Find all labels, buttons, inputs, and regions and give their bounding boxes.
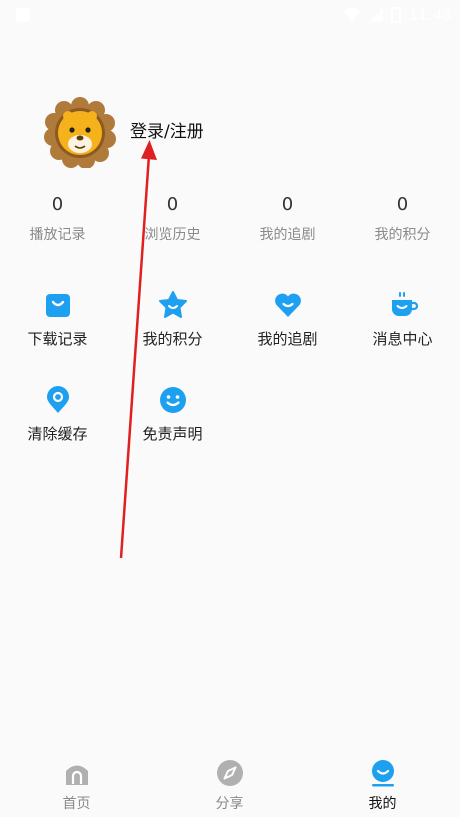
signal-icon xyxy=(368,8,383,22)
menu-label: 清除缓存 xyxy=(27,425,88,443)
menu-label: 免责声明 xyxy=(142,425,203,443)
tab-label: 首页 xyxy=(62,796,91,812)
menu-label: 下载记录 xyxy=(27,330,88,348)
stats-row: 0 播放记录 0 浏览历史 0 我的追剧 0 我的积分 xyxy=(0,192,460,244)
menu-item-disclaimer[interactable]: 免责声明 xyxy=(115,385,230,480)
login-register-link[interactable]: 登录/注册 xyxy=(130,117,204,142)
status-time: 11:45 xyxy=(408,6,452,24)
menu-item-points[interactable]: 我的积分 xyxy=(115,290,230,385)
star-icon xyxy=(158,291,187,318)
tab-label: 分享 xyxy=(215,796,244,812)
menu-label: 我的积分 xyxy=(142,330,203,348)
stat-label: 我的追剧 xyxy=(259,227,316,243)
lion-avatar-icon[interactable] xyxy=(44,96,116,168)
menu-label: 消息中心 xyxy=(372,330,433,348)
stat-label: 播放记录 xyxy=(29,227,86,243)
profile-header: 登录/注册 xyxy=(44,96,204,168)
compass-icon xyxy=(216,760,243,786)
home-icon xyxy=(65,765,88,785)
stat-value: 0 xyxy=(396,194,409,215)
tab-mine[interactable]: 我的 xyxy=(306,755,459,817)
tab-label: 我的 xyxy=(368,796,397,812)
smiley-icon xyxy=(159,387,186,413)
battery-icon xyxy=(390,7,401,23)
menu-item-clear-cache[interactable]: 清除缓存 xyxy=(0,385,115,480)
menu-item-following[interactable]: 我的追剧 xyxy=(230,290,345,385)
bottom-tab-bar: 首页 分享 我的 xyxy=(0,755,460,817)
stat-value: 0 xyxy=(281,194,294,215)
stat-value: 0 xyxy=(51,194,64,215)
status-bar: 11:45 xyxy=(0,0,460,32)
wifi-icon xyxy=(342,8,361,22)
stat-play-history[interactable]: 0 播放记录 xyxy=(0,192,115,244)
shopping-bag-icon xyxy=(45,294,70,317)
menu-grid: 下载记录 我的积分 我的追剧 消息中心 清除缓存 免责声明 xyxy=(0,290,460,480)
notification-icon xyxy=(16,8,30,22)
location-pin-icon xyxy=(46,386,69,413)
menu-item-downloads[interactable]: 下载记录 xyxy=(0,290,115,385)
stat-label: 我的积分 xyxy=(374,227,431,243)
stat-value: 0 xyxy=(166,194,179,215)
stat-following[interactable]: 0 我的追剧 xyxy=(230,192,345,244)
menu-label: 我的追剧 xyxy=(257,330,318,348)
cup-icon xyxy=(391,292,418,316)
stat-browse-history[interactable]: 0 浏览历史 xyxy=(115,192,230,244)
menu-item-messages[interactable]: 消息中心 xyxy=(345,290,460,385)
heart-icon xyxy=(274,293,301,317)
tab-share[interactable]: 分享 xyxy=(153,755,306,817)
stat-points[interactable]: 0 我的积分 xyxy=(345,192,460,244)
profile-icon xyxy=(371,760,394,787)
stat-label: 浏览历史 xyxy=(144,227,201,243)
tab-home[interactable]: 首页 xyxy=(0,755,153,817)
